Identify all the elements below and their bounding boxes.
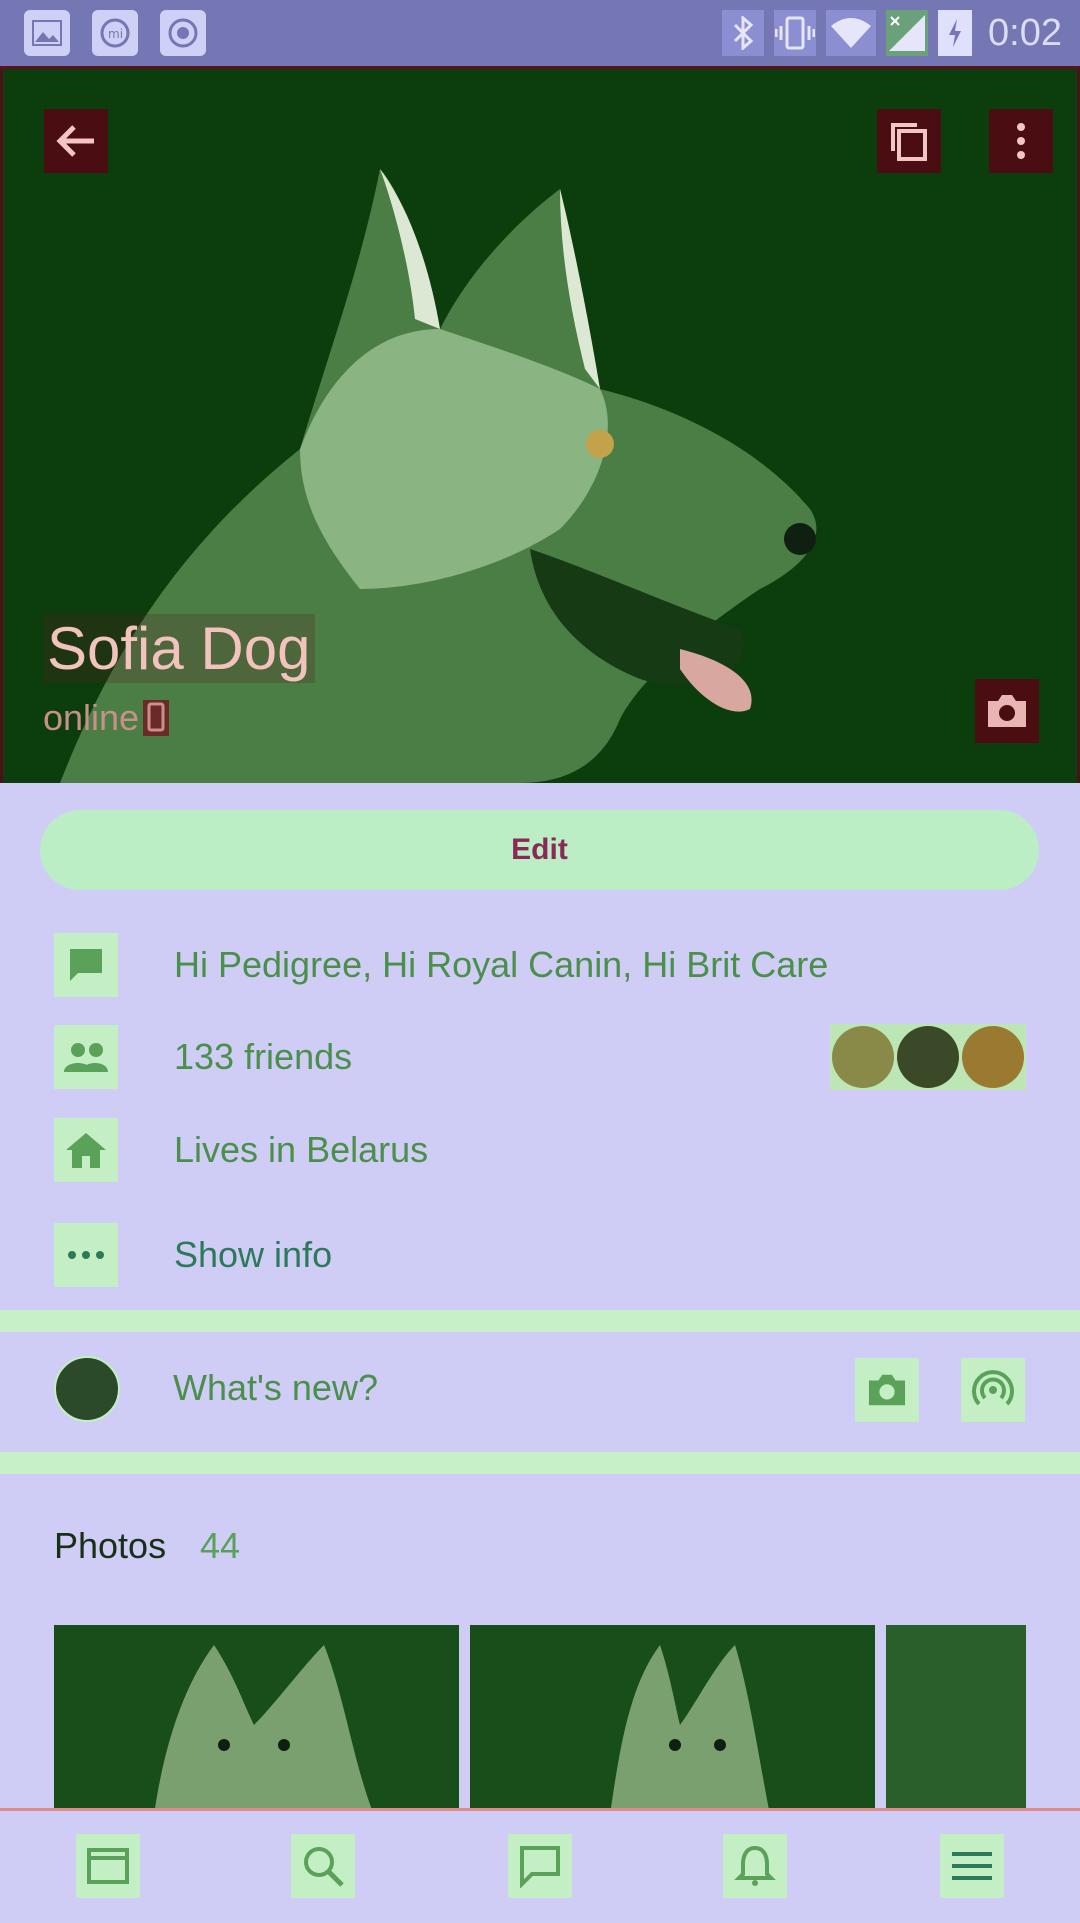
photo-thumbnail[interactable] bbox=[886, 1625, 1026, 1815]
more-horiz-icon bbox=[54, 1223, 118, 1287]
friend-avatar bbox=[896, 1026, 959, 1088]
broadcast-icon bbox=[972, 1370, 1014, 1406]
nav-search-button[interactable] bbox=[291, 1834, 355, 1898]
status-text: Hi Pedigree, Hi Royal Canin, Hi Brit Car… bbox=[174, 944, 829, 985]
nav-notifications-button[interactable] bbox=[723, 1834, 787, 1898]
search-icon bbox=[304, 1847, 344, 1887]
section-divider bbox=[0, 1310, 1080, 1332]
battery-charging-icon bbox=[938, 10, 973, 56]
online-status-text: online bbox=[43, 697, 140, 738]
menu-icon bbox=[952, 1852, 992, 1880]
location-text: Lives in Belarus bbox=[174, 1129, 429, 1170]
location-row: Lives in Belarus bbox=[54, 1118, 428, 1182]
friend-avatar bbox=[962, 1026, 1025, 1088]
photo-attach-button[interactable] bbox=[855, 1358, 919, 1422]
vibrate-icon bbox=[774, 10, 817, 56]
people-icon bbox=[54, 1025, 118, 1089]
image-icon bbox=[24, 10, 70, 56]
status-bar: mi 0:02 bbox=[0, 0, 1080, 69]
notifications-icon bbox=[734, 1845, 776, 1886]
friends-row[interactable]: 133 friends bbox=[54, 1025, 352, 1089]
wifi-icon bbox=[826, 10, 877, 56]
status-row: Hi Pedigree, Hi Royal Canin, Hi Brit Car… bbox=[54, 933, 828, 997]
post-composer[interactable]: What's new? bbox=[3, 1332, 1077, 1452]
whats-new-input[interactable]: What's new? bbox=[173, 1367, 378, 1409]
friends-avatars[interactable] bbox=[830, 1024, 1026, 1090]
home-icon bbox=[54, 1118, 118, 1182]
photo-thumbnail[interactable] bbox=[470, 1625, 875, 1815]
photo-thumbnail[interactable] bbox=[54, 1625, 459, 1815]
camera-icon bbox=[868, 1374, 906, 1406]
friend-avatar bbox=[831, 1026, 894, 1088]
more-options-button[interactable] bbox=[989, 109, 1053, 173]
feed-icon bbox=[87, 1848, 129, 1884]
photos-title: Photos bbox=[54, 1525, 167, 1566]
copy-button[interactable] bbox=[877, 109, 941, 173]
mobile-icon bbox=[143, 700, 170, 736]
show-info-link[interactable]: Show info bbox=[174, 1234, 332, 1276]
online-status: online bbox=[43, 697, 170, 739]
camera-icon bbox=[988, 695, 1026, 727]
user-avatar bbox=[54, 1356, 120, 1422]
svg-text:mi: mi bbox=[108, 27, 123, 41]
live-stream-button[interactable] bbox=[961, 1358, 1025, 1422]
profile-cover: Sofia Dog online bbox=[0, 69, 1080, 783]
friends-count: 133 friends bbox=[174, 1036, 353, 1077]
change-cover-button[interactable] bbox=[975, 679, 1039, 743]
copy-icon bbox=[891, 123, 927, 161]
mi-icon: mi bbox=[92, 10, 138, 56]
nav-messages-button[interactable] bbox=[508, 1834, 572, 1898]
nav-menu-button[interactable] bbox=[940, 1834, 1004, 1898]
photos-count: 44 bbox=[200, 1525, 241, 1566]
section-divider bbox=[0, 1452, 1080, 1474]
messages-icon bbox=[520, 1846, 560, 1888]
show-info-row[interactable]: Show info bbox=[54, 1223, 332, 1287]
arrow-left-icon bbox=[56, 125, 94, 157]
message-icon bbox=[54, 933, 118, 997]
clock: 0:02 bbox=[988, 11, 1062, 54]
record-icon bbox=[160, 10, 206, 56]
more-vert-icon bbox=[1017, 123, 1025, 159]
profile-name: Sofia Dog bbox=[43, 614, 315, 683]
nav-feed-button[interactable] bbox=[76, 1834, 140, 1898]
edit-profile-button[interactable]: Edit bbox=[40, 810, 1039, 890]
bluetooth-icon bbox=[722, 10, 765, 56]
back-button[interactable] bbox=[44, 109, 108, 173]
signal-icon bbox=[886, 10, 929, 56]
